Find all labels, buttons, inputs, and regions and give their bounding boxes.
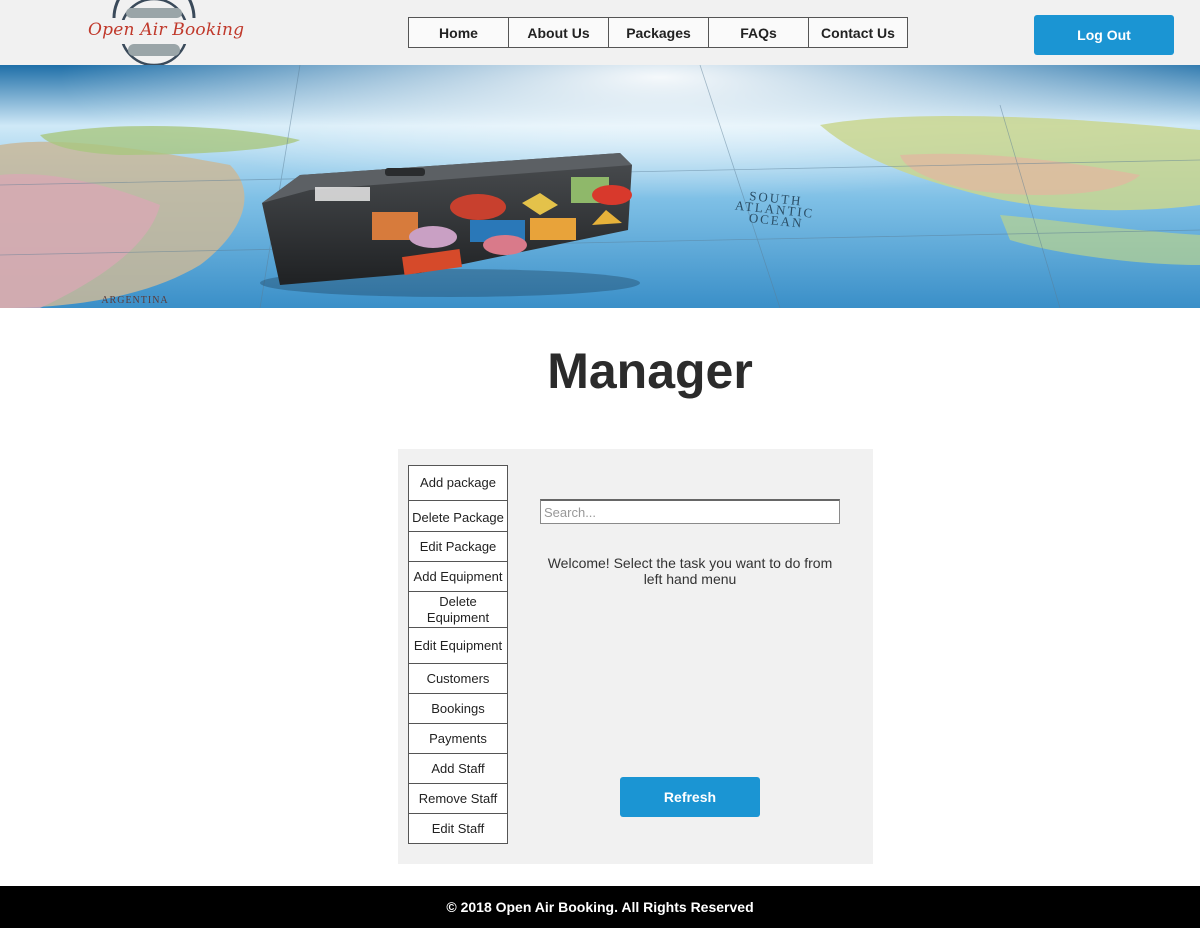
menu-payments[interactable]: Payments xyxy=(409,724,507,754)
hero-banner: SOUTH ATLANTIC OCEAN ARGENTINA xyxy=(0,65,1200,308)
nav-about-us[interactable]: About Us xyxy=(509,18,609,47)
site-logo[interactable]: Open Air Booking xyxy=(84,0,244,65)
map-label-country: ARGENTINA xyxy=(101,295,168,306)
nav-packages[interactable]: Packages xyxy=(609,18,709,47)
copyright-text: © 2018 Open Air Booking. All Rights Rese… xyxy=(446,899,754,915)
logout-button[interactable]: Log Out xyxy=(1034,15,1174,55)
menu-delete-package[interactable]: Delete Package xyxy=(409,501,507,532)
menu-bookings[interactable]: Bookings xyxy=(409,694,507,724)
logo-text: Open Air Booking xyxy=(88,20,245,40)
menu-edit-equipment[interactable]: Edit Equipment xyxy=(409,628,507,664)
menu-add-staff[interactable]: Add Staff xyxy=(409,754,507,784)
nav-home[interactable]: Home xyxy=(409,18,509,47)
page-title: Manager xyxy=(547,343,753,399)
menu-remove-staff[interactable]: Remove Staff xyxy=(409,784,507,814)
main-nav: Home About Us Packages FAQs Contact Us xyxy=(408,17,908,48)
menu-add-package[interactable]: Add package xyxy=(409,466,507,501)
banner-image: SOUTH ATLANTIC OCEAN ARGENTINA xyxy=(0,65,1200,308)
nav-faqs[interactable]: FAQs xyxy=(709,18,809,47)
site-footer: © 2018 Open Air Booking. All Rights Rese… xyxy=(0,886,1200,928)
search-input[interactable] xyxy=(540,499,840,524)
suitcase-illustration xyxy=(260,153,640,297)
menu-edit-staff[interactable]: Edit Staff xyxy=(409,814,507,843)
nav-contact-us[interactable]: Contact Us xyxy=(809,18,907,47)
welcome-message: Welcome! Select the task you want to do … xyxy=(547,555,833,587)
menu-delete-equipment[interactable]: Delete Equipment xyxy=(409,592,507,628)
task-menu: Add package Delete Package Edit Package … xyxy=(408,465,508,844)
site-header: Open Air Booking Home About Us Packages … xyxy=(0,0,1200,65)
menu-customers[interactable]: Customers xyxy=(409,664,507,694)
refresh-button[interactable]: Refresh xyxy=(620,777,760,817)
menu-edit-package[interactable]: Edit Package xyxy=(409,532,507,562)
manager-panel: Add package Delete Package Edit Package … xyxy=(398,449,873,864)
menu-add-equipment[interactable]: Add Equipment xyxy=(409,562,507,592)
